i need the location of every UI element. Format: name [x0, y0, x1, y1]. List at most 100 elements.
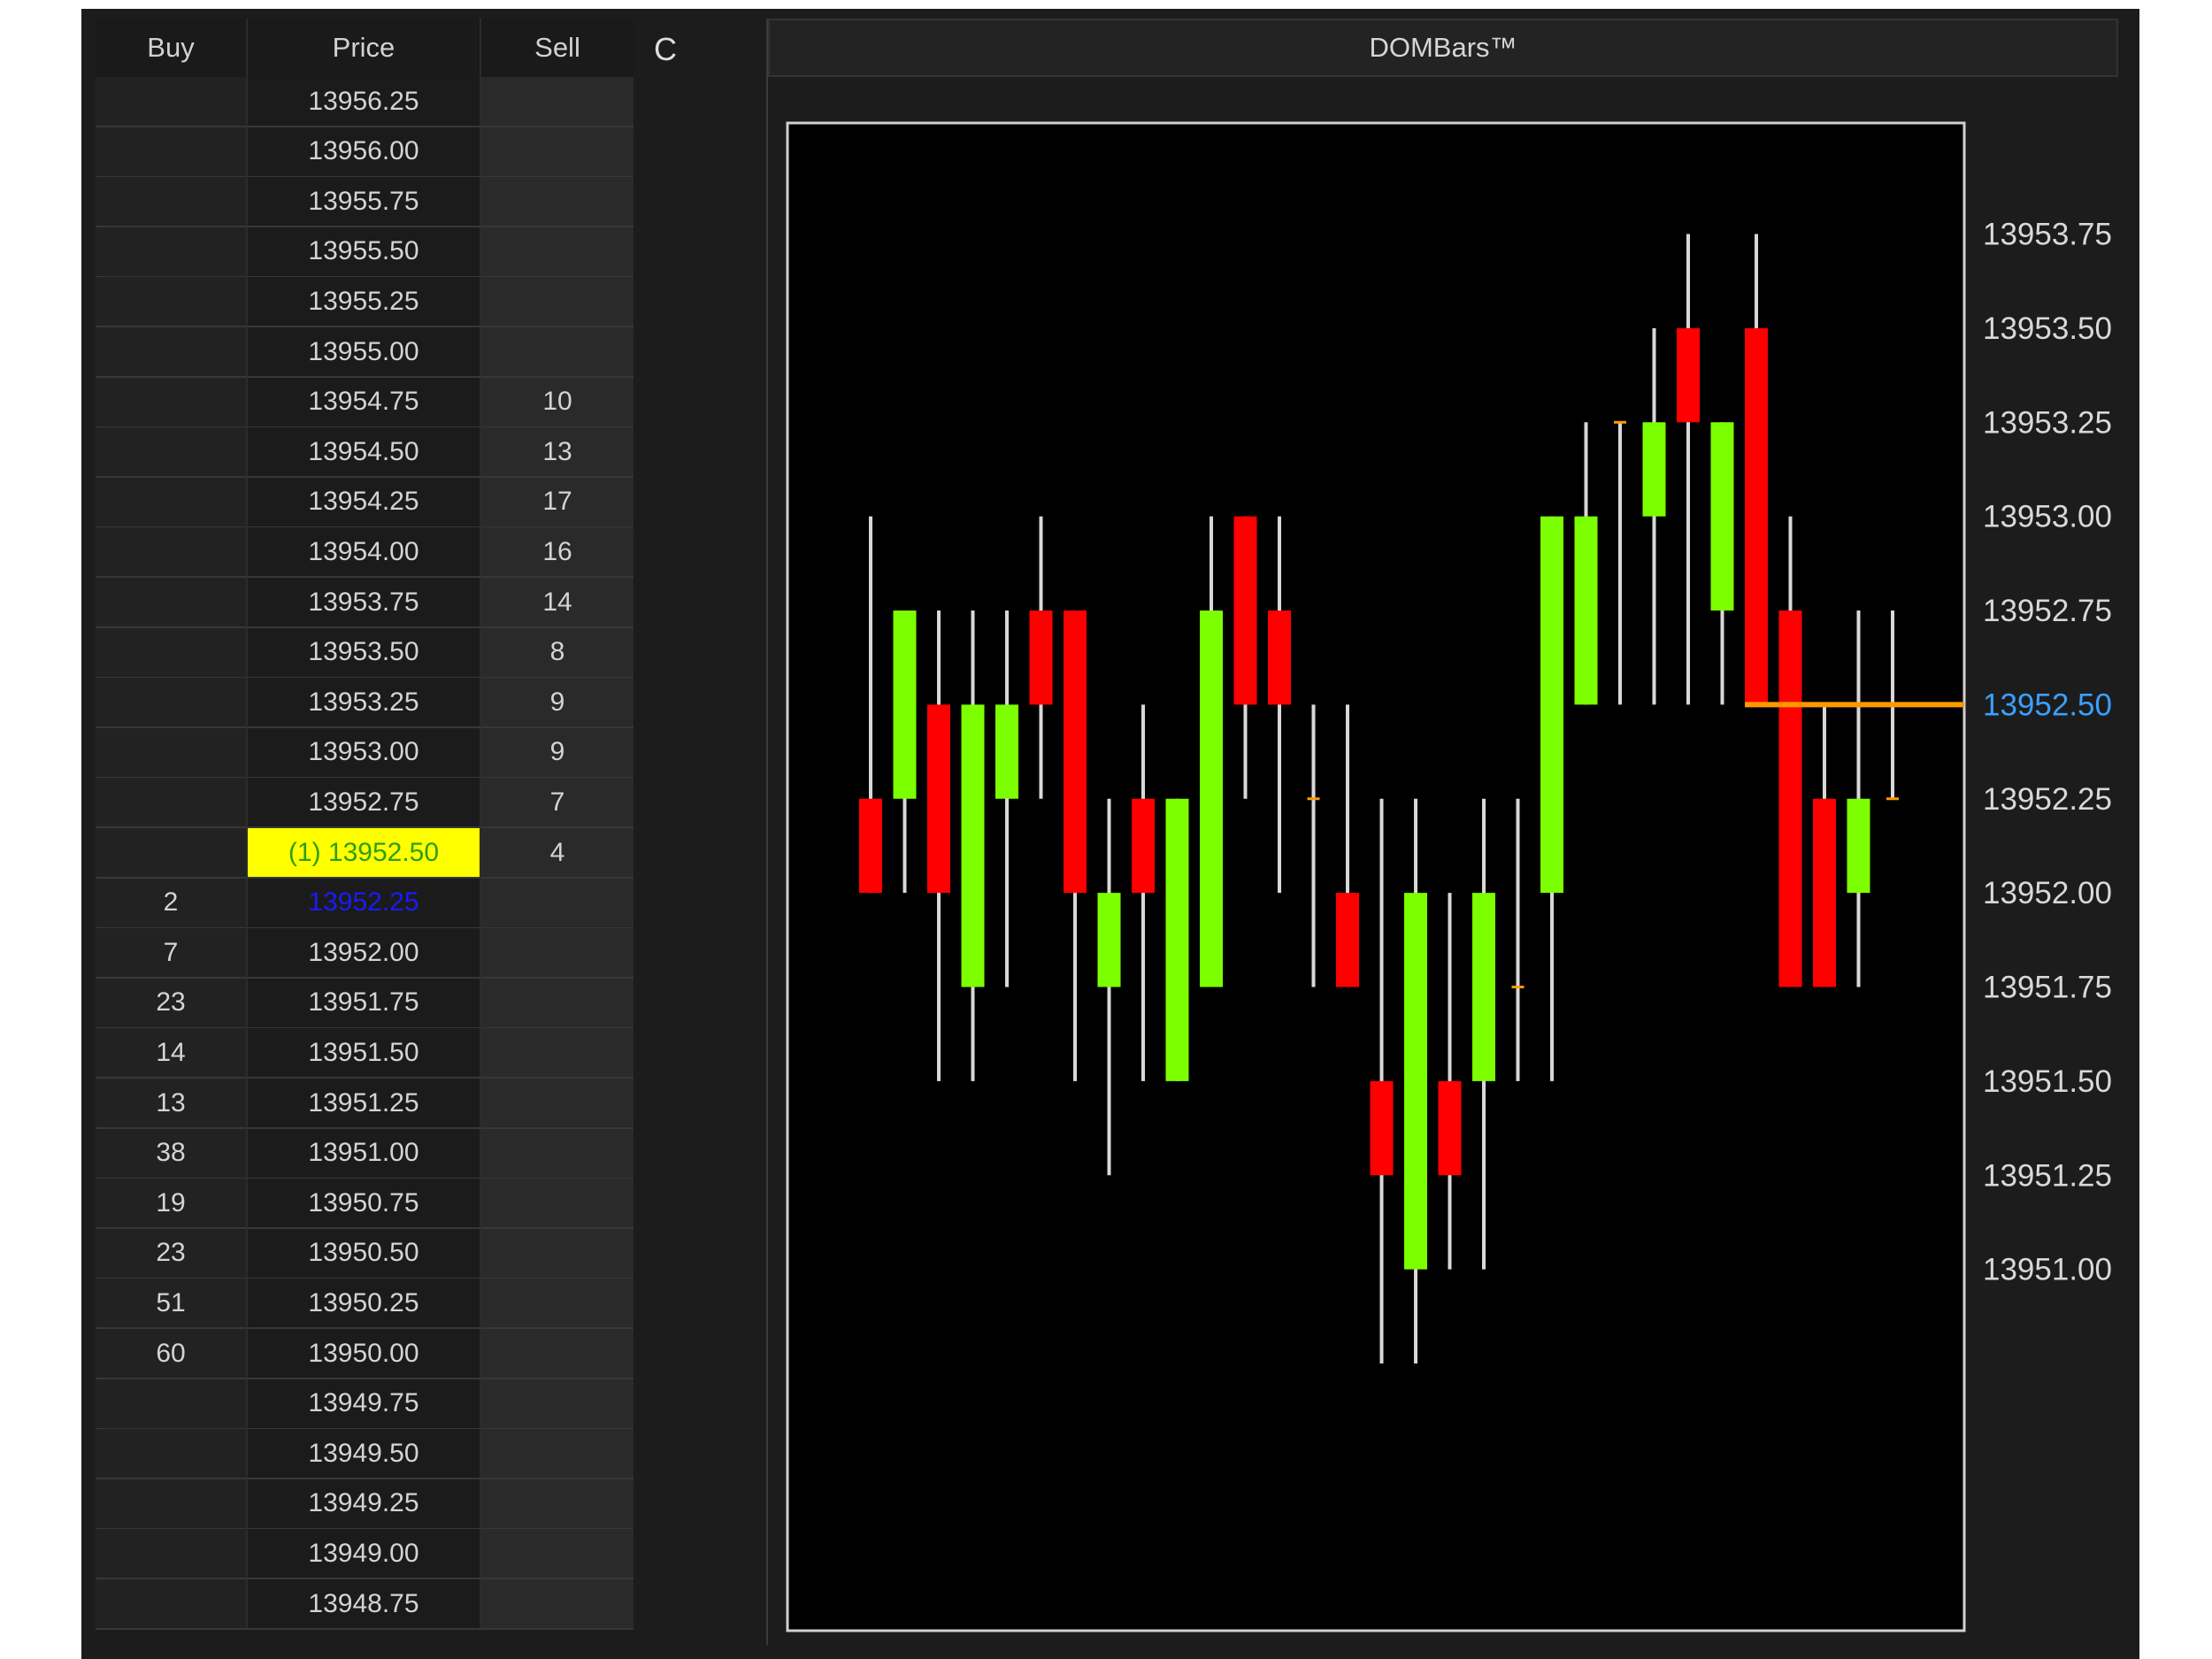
candle-body — [1233, 516, 1257, 705]
buy-cell[interactable] — [96, 1579, 248, 1630]
price-cell[interactable]: 13954.75 — [248, 377, 481, 428]
price-cell[interactable]: 13948.75 — [248, 1579, 481, 1630]
price-cell[interactable]: 13954.50 — [248, 427, 481, 479]
buy-cell[interactable] — [96, 727, 248, 779]
buy-cell[interactable] — [96, 828, 248, 879]
sell-cell[interactable]: 4 — [481, 828, 634, 879]
buy-cell[interactable] — [96, 578, 248, 628]
sell-cell[interactable] — [481, 227, 634, 278]
price-cell[interactable]: 13949.25 — [248, 1479, 481, 1530]
sell-cell[interactable] — [481, 1128, 634, 1179]
clear-button[interactable]: C — [648, 30, 683, 69]
buy-cell[interactable]: 23 — [96, 1228, 248, 1279]
sell-cell[interactable] — [481, 327, 634, 378]
y-tick-label: 13951.25 — [1983, 1158, 2112, 1193]
sell-cell[interactable]: 17 — [481, 477, 634, 528]
price-cell[interactable]: 13953.00 — [248, 727, 481, 779]
price-cell[interactable]: 13954.25 — [248, 477, 481, 528]
sell-cell[interactable]: 8 — [481, 627, 634, 679]
buy-cell[interactable] — [96, 1529, 248, 1580]
sell-cell[interactable] — [481, 928, 634, 979]
buy-cell[interactable] — [96, 527, 248, 579]
buy-cell[interactable]: 14 — [96, 1028, 248, 1079]
sell-cell[interactable] — [481, 1379, 634, 1430]
sell-cell[interactable] — [481, 127, 634, 178]
buy-cell[interactable] — [96, 1429, 248, 1480]
buy-cell[interactable] — [96, 778, 248, 829]
sell-cell[interactable] — [481, 1579, 634, 1630]
sell-cell[interactable] — [481, 878, 634, 929]
candlestick-chart[interactable]: 13953.75 13953.50 13953.25 13953.00 13952.75… — [768, 77, 2118, 1645]
buy-cell[interactable] — [96, 227, 248, 278]
sell-cell[interactable] — [481, 77, 634, 127]
sell-cell[interactable] — [481, 978, 634, 1029]
price-cell[interactable]: 13949.75 — [248, 1379, 481, 1430]
buy-cell[interactable] — [96, 377, 248, 428]
sell-cell[interactable]: 9 — [481, 727, 634, 779]
sell-cell[interactable] — [481, 1179, 634, 1230]
price-cell[interactable]: 13953.75 — [248, 578, 481, 628]
buy-cell[interactable]: 23 — [96, 978, 248, 1029]
sell-cell[interactable] — [481, 177, 634, 228]
sell-cell[interactable]: 13 — [481, 427, 634, 479]
sell-cell[interactable] — [481, 1329, 634, 1379]
price-cell[interactable]: 13955.00 — [248, 327, 481, 378]
sell-column-header[interactable]: Sell — [481, 19, 634, 77]
buy-cell[interactable] — [96, 1379, 248, 1430]
buy-cell[interactable] — [96, 678, 248, 729]
sell-cell[interactable]: 10 — [481, 377, 634, 428]
price-cell[interactable]: 13953.25 — [248, 678, 481, 729]
sell-cell[interactable] — [481, 1228, 634, 1279]
price-cell[interactable]: 13950.25 — [248, 1279, 481, 1330]
buy-cell[interactable]: 13 — [96, 1079, 248, 1129]
price-column-header[interactable]: Price — [248, 19, 481, 77]
price-cell[interactable]: (1) 13952.50 — [248, 828, 481, 879]
price-cell[interactable]: 13955.50 — [248, 227, 481, 278]
sell-cell[interactable] — [481, 1479, 634, 1530]
price-cell[interactable]: 13952.75 — [248, 778, 481, 829]
buy-cell[interactable] — [96, 1479, 248, 1530]
sell-cell[interactable]: 14 — [481, 578, 634, 628]
price-cell[interactable]: 13951.25 — [248, 1079, 481, 1129]
buy-cell[interactable] — [96, 277, 248, 328]
sell-cell[interactable] — [481, 1529, 634, 1580]
buy-column-header[interactable]: Buy — [96, 19, 248, 77]
price-cell[interactable]: 13956.25 — [248, 77, 481, 127]
sell-cell[interactable] — [481, 1429, 634, 1480]
sell-cell[interactable] — [481, 277, 634, 328]
buy-cell[interactable] — [96, 177, 248, 228]
sell-cell[interactable] — [481, 1028, 634, 1079]
buy-cell[interactable] — [96, 427, 248, 479]
sell-cell[interactable]: 9 — [481, 678, 634, 729]
price-cell[interactable]: 13951.75 — [248, 978, 481, 1029]
buy-cell[interactable]: 7 — [96, 928, 248, 979]
price-cell[interactable]: 13949.50 — [248, 1429, 481, 1480]
buy-cell[interactable] — [96, 127, 248, 178]
price-cell[interactable]: 13950.75 — [248, 1179, 481, 1230]
buy-cell[interactable] — [96, 77, 248, 127]
price-cell[interactable]: 13953.50 — [248, 627, 481, 679]
sell-cell[interactable] — [481, 1079, 634, 1129]
price-cell[interactable]: 13949.00 — [248, 1529, 481, 1580]
sell-cell[interactable]: 16 — [481, 527, 634, 579]
buy-cell[interactable]: 2 — [96, 878, 248, 929]
price-cell[interactable]: 13952.25 — [248, 878, 481, 929]
buy-cell[interactable]: 38 — [96, 1128, 248, 1179]
sell-cell[interactable]: 7 — [481, 778, 634, 829]
price-cell[interactable]: 13956.00 — [248, 127, 481, 178]
price-cell[interactable]: 13951.50 — [248, 1028, 481, 1079]
price-cell[interactable]: 13954.00 — [248, 527, 481, 579]
buy-cell[interactable] — [96, 627, 248, 679]
price-cell[interactable]: 13955.75 — [248, 177, 481, 228]
sell-cell[interactable] — [481, 1279, 634, 1330]
buy-cell[interactable]: 60 — [96, 1329, 248, 1379]
buy-cell[interactable]: 51 — [96, 1279, 248, 1330]
price-cell[interactable]: 13950.50 — [248, 1228, 481, 1279]
price-cell[interactable]: 13951.00 — [248, 1128, 481, 1179]
price-cell[interactable]: 13950.00 — [248, 1329, 481, 1379]
price-cell[interactable]: 13952.00 — [248, 928, 481, 979]
buy-cell[interactable]: 19 — [96, 1179, 248, 1230]
price-cell[interactable]: 13955.25 — [248, 277, 481, 328]
buy-cell[interactable] — [96, 327, 248, 378]
buy-cell[interactable] — [96, 477, 248, 528]
